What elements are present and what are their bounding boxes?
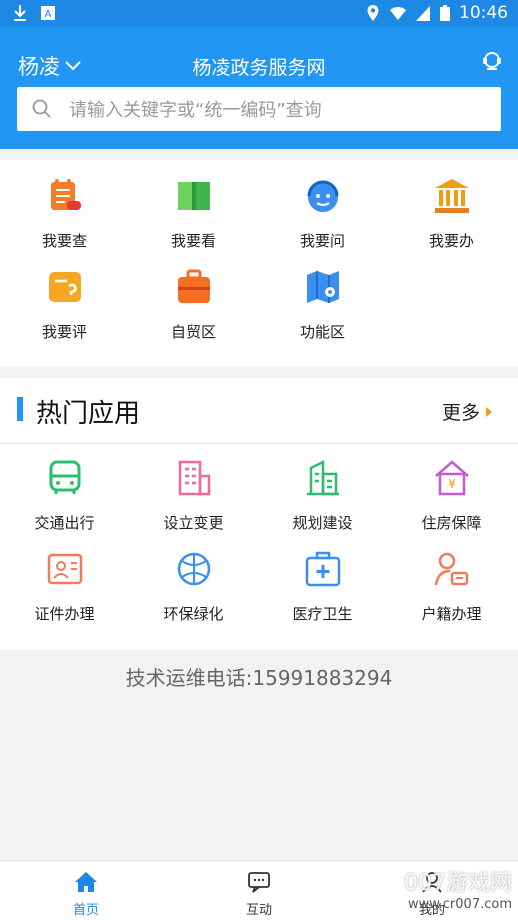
- status-bar: A 10:46: [0, 0, 518, 27]
- book-icon: [177, 182, 210, 210]
- quick-item-ban[interactable]: 我要办: [387, 176, 516, 251]
- quick-item-kan[interactable]: 我要看: [129, 176, 258, 251]
- quick-item-zimaoqu[interactable]: 自贸区: [129, 267, 258, 342]
- person-card-icon: [434, 552, 468, 586]
- status-time: 10:46: [459, 3, 508, 23]
- quick-item-gongnengqu[interactable]: 功能区: [258, 267, 387, 342]
- quick-item-ping[interactable]: 我要评: [0, 267, 129, 342]
- watermark-text: 007游戏网: [404, 871, 512, 896]
- signal-icon: [416, 6, 430, 21]
- hot-apps-header: 热门应用 更多: [0, 378, 518, 444]
- quick-item-label: 我要看: [170, 232, 216, 250]
- headset-icon: [307, 180, 338, 212]
- page-title: 杨凌政务服务网: [192, 57, 326, 79]
- customer-service-icon[interactable]: [480, 49, 504, 73]
- briefcase-icon: [177, 269, 210, 303]
- bottom-tab-bar: 首页 互动 我的 007游戏网 www.cr007.com: [0, 860, 518, 920]
- search-record-icon: [50, 179, 81, 210]
- tab-interact[interactable]: 互动: [209, 871, 309, 918]
- section-title: 热门应用: [36, 399, 141, 429]
- hot-item-label: 环保绿化: [163, 605, 224, 623]
- chat-icon: [248, 872, 270, 893]
- office-building-icon: [178, 460, 210, 496]
- hot-item-label: 设立变更: [163, 514, 224, 532]
- map-icon: [306, 271, 339, 303]
- more-label: 更多: [441, 402, 480, 424]
- location-icon: [367, 5, 379, 21]
- tab-label: 首页: [72, 903, 99, 918]
- quick-item-label: 自贸区: [170, 323, 216, 341]
- watermark-url: www.cr007.com: [407, 897, 512, 912]
- hot-item-zhufang[interactable]: ¥ 住房保障: [387, 458, 516, 533]
- home-icon: [75, 872, 97, 892]
- hot-apps-card: 热门应用 更多 交通出行 设立变更 规划建设 ¥ 住房保障 证件办理 环保绿化 …: [0, 378, 518, 650]
- hot-item-huji[interactable]: 户籍办理: [387, 549, 516, 624]
- hot-item-guihua[interactable]: 规划建设: [258, 458, 387, 533]
- quick-item-label: 我要评: [41, 323, 87, 341]
- quick-item-label: 我要问: [299, 232, 345, 250]
- medical-kit-icon: [305, 551, 340, 587]
- hot-item-label: 户籍办理: [421, 605, 482, 623]
- house-icon: ¥: [434, 460, 469, 496]
- hot-item-jiaotong[interactable]: 交通出行: [0, 458, 129, 533]
- bus-icon: [49, 460, 80, 494]
- app-header: 杨凌 杨凌政务服务网 请输入关键字或“统一编码”查询: [0, 27, 518, 149]
- hot-item-yiliao[interactable]: 医疗卫生: [258, 549, 387, 624]
- id-card-icon: [47, 553, 82, 585]
- quick-item-wen[interactable]: 我要问: [258, 176, 387, 251]
- comment-icon: [48, 272, 81, 302]
- quick-item-label: 我要查: [41, 232, 87, 250]
- search-input[interactable]: 请输入关键字或“统一编码”查询: [17, 87, 501, 131]
- battery-icon: [440, 5, 450, 21]
- leaf-icon: [177, 552, 210, 586]
- hot-item-label: 医疗卫生: [292, 605, 353, 623]
- hot-item-huanbao[interactable]: 环保绿化: [129, 549, 258, 624]
- tab-label: 互动: [245, 903, 272, 918]
- svg-text:¥: ¥: [448, 477, 456, 491]
- arrow-right-icon: [486, 406, 492, 417]
- search-placeholder: 请输入关键字或“统一编码”查询: [69, 100, 322, 121]
- wifi-icon: [390, 7, 406, 20]
- app-notification-icon: A: [41, 6, 55, 20]
- hot-item-label: 交通出行: [34, 514, 95, 532]
- support-phone: 技术运维电话:15991883294: [125, 666, 393, 690]
- hot-item-label: 规划建设: [292, 514, 353, 532]
- download-icon: [14, 5, 26, 21]
- quick-item-chaxun[interactable]: 我要查: [0, 176, 129, 251]
- building-icon: [434, 179, 469, 213]
- more-button[interactable]: 更多: [442, 398, 492, 425]
- quick-item-label: 我要办: [428, 232, 474, 250]
- hot-item-zhengjian[interactable]: 证件办理: [0, 549, 129, 624]
- tab-home[interactable]: 首页: [36, 871, 136, 918]
- svg-text:A: A: [45, 9, 52, 20]
- search-icon: [32, 99, 51, 118]
- section-marker: [17, 397, 23, 421]
- hot-item-label: 住房保障: [421, 514, 482, 532]
- hot-item-label: 证件办理: [34, 605, 95, 623]
- quick-actions-card: 我要查 我要看 我要问 我要办 我要评 自贸区 功能区: [0, 160, 518, 367]
- quick-item-label: 功能区: [299, 323, 345, 341]
- hot-item-sheli[interactable]: 设立变更: [129, 458, 258, 533]
- buildings-icon: [306, 459, 339, 496]
